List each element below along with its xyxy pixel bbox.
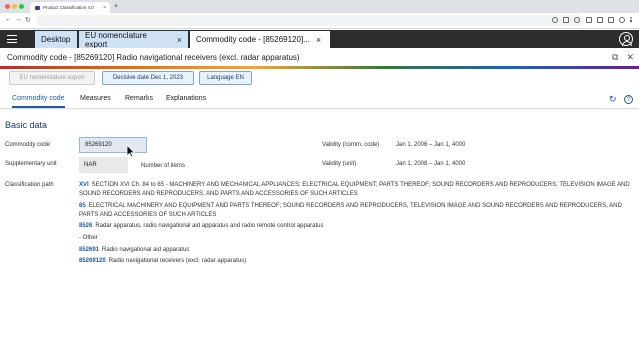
open-in-new-window-icon[interactable]: ⧉ (612, 52, 618, 63)
tab-desktop[interactable]: Desktop (35, 31, 77, 48)
classification-text: Radar apparatus, radio navigational aid … (95, 223, 324, 229)
reload-icon[interactable]: ↻ (25, 16, 31, 24)
tab-eu-nomenclature-export-label: EU nomenclature export (85, 30, 147, 49)
classification-path-item: 85 ELECTRICAL MACHINERY AND EQUIPMENT AND… (79, 202, 631, 219)
classification-text: SECTION XVI Ch. 84 to 85 - MACHINERY AND… (79, 182, 630, 197)
classification-code-link[interactable]: 85269120 (79, 258, 106, 264)
share-icon[interactable] (563, 17, 569, 23)
zoom-icon[interactable] (552, 17, 558, 23)
validity-comm-code-label: Validity (comm. code) (322, 142, 380, 148)
classification-path-item: 8526 Radar apparatus, radio navigational … (79, 222, 631, 231)
window-minimize-dot[interactable] (12, 4, 17, 9)
supplementary-unit-field: NAR (79, 157, 128, 173)
browser-tab[interactable]: Product Classification 4.0 × (30, 2, 110, 13)
classification-code-link[interactable]: XVI (79, 182, 89, 188)
classification-text: Radio navigational aid apparatus (102, 247, 190, 253)
profile-icon[interactable] (619, 17, 625, 23)
close-tab-icon[interactable]: × (177, 35, 182, 45)
validity-unit-value: Jan 1, 2008 – Jan 1, 4000 (396, 161, 466, 167)
supplementary-unit-label: Supplementary unit (5, 161, 57, 167)
browser-menu-icon[interactable] (630, 17, 632, 23)
detail-tabs: Commodity code Measures Remarks Explanat… (0, 92, 639, 109)
tab-explanations[interactable]: Explanations (166, 95, 206, 102)
classification-path-item: - Other (79, 234, 631, 243)
app-favicon-icon (35, 5, 40, 10)
classification-path-item: 85269120 Radio navigational receivers (ex… (79, 257, 631, 266)
tab-remarks[interactable]: Remarks (125, 95, 153, 102)
close-icon[interactable]: ✕ (626, 52, 634, 63)
validity-comm-code-value: Jan 1, 2006 – Jan 1, 4000 (396, 142, 466, 148)
back-arrow-icon[interactable]: ← (5, 16, 12, 23)
tab-measures[interactable]: Measures (80, 95, 111, 102)
tab-commodity-code-detail[interactable]: Commodity code (12, 95, 65, 108)
classification-path-item: XVI SECTION XVI Ch. 84 to 85 - MACHINERY … (79, 181, 631, 198)
page-title: Commodity code - [85269120] Radio naviga… (7, 53, 300, 62)
app-header: Desktop EU nomenclature export × Commodi… (0, 30, 639, 49)
window-close-dot[interactable] (5, 4, 10, 9)
classification-path-label: Classification path (5, 182, 54, 188)
user-account-icon[interactable] (619, 32, 633, 46)
supplementary-unit-description: Number of items (141, 163, 186, 169)
extensions-puzzle-icon[interactable] (586, 17, 592, 23)
language-button[interactable]: Language EN (199, 71, 252, 85)
classification-code-link[interactable]: 852691 (79, 247, 99, 253)
tab-eu-nomenclature-export[interactable]: EU nomenclature export × (79, 30, 188, 49)
window-zoom-dot[interactable] (19, 4, 24, 9)
commodity-code-value: 85269120 (85, 142, 112, 148)
classification-code-link[interactable]: 85 (79, 203, 86, 209)
tab-commodity-code-label: Commodity code - [85269120]... (196, 35, 310, 44)
commodity-code-field[interactable]: 85269120 (79, 137, 147, 153)
help-icon[interactable]: ? (624, 95, 633, 104)
browser-tab-strip: Product Classification 4.0 × + (0, 0, 639, 13)
commodity-code-label: Commodity code (5, 142, 51, 148)
bookmark-star-icon[interactable] (574, 17, 580, 23)
mouse-pointer-icon (126, 144, 136, 158)
browser-tab-close-icon[interactable]: × (103, 5, 106, 11)
classification-text: Radio navigational receivers (excl. rada… (108, 258, 247, 264)
new-tab-button[interactable]: + (114, 3, 118, 10)
supplementary-unit-value: NAR (84, 162, 97, 168)
forward-arrow-icon[interactable]: → (15, 16, 22, 23)
decisive-date-button[interactable]: Decisive date Dec 1, 2023 (102, 71, 194, 85)
address-bar[interactable] (36, 15, 584, 26)
hamburger-menu-icon[interactable] (7, 35, 17, 43)
classification-code-link[interactable]: 8526 (79, 223, 92, 229)
accent-stripe (0, 66, 639, 69)
side-panel-icon[interactable] (608, 17, 614, 23)
classification-path-item: 852691 Radio navigational aid apparatus (79, 246, 631, 255)
tab-commodity-code[interactable]: Commodity code - [85269120]... × (190, 31, 330, 48)
browser-toolbar: ← → ↻ (0, 13, 639, 29)
close-tab-icon[interactable]: × (316, 35, 321, 45)
tab-desktop-label: Desktop (41, 35, 71, 44)
reading-list-icon[interactable] (597, 17, 603, 23)
refresh-icon[interactable]: ↻ (609, 94, 617, 105)
browser-tab-title: Product Classification 4.0 (43, 5, 94, 10)
validity-unit-label: Validity (unit) (322, 161, 357, 167)
classification-text: - Other (79, 235, 98, 241)
section-title-basic-data: Basic data (5, 120, 48, 130)
classification-text: ELECTRICAL MACHINERY AND EQUIPMENT AND P… (79, 203, 622, 218)
eu-nomenclature-export-button[interactable]: EU nomenclature export (9, 71, 95, 85)
title-actions: ⧉ ✕ (612, 52, 634, 63)
page-title-bar: Commodity code - [85269120] Radio naviga… (0, 48, 639, 66)
